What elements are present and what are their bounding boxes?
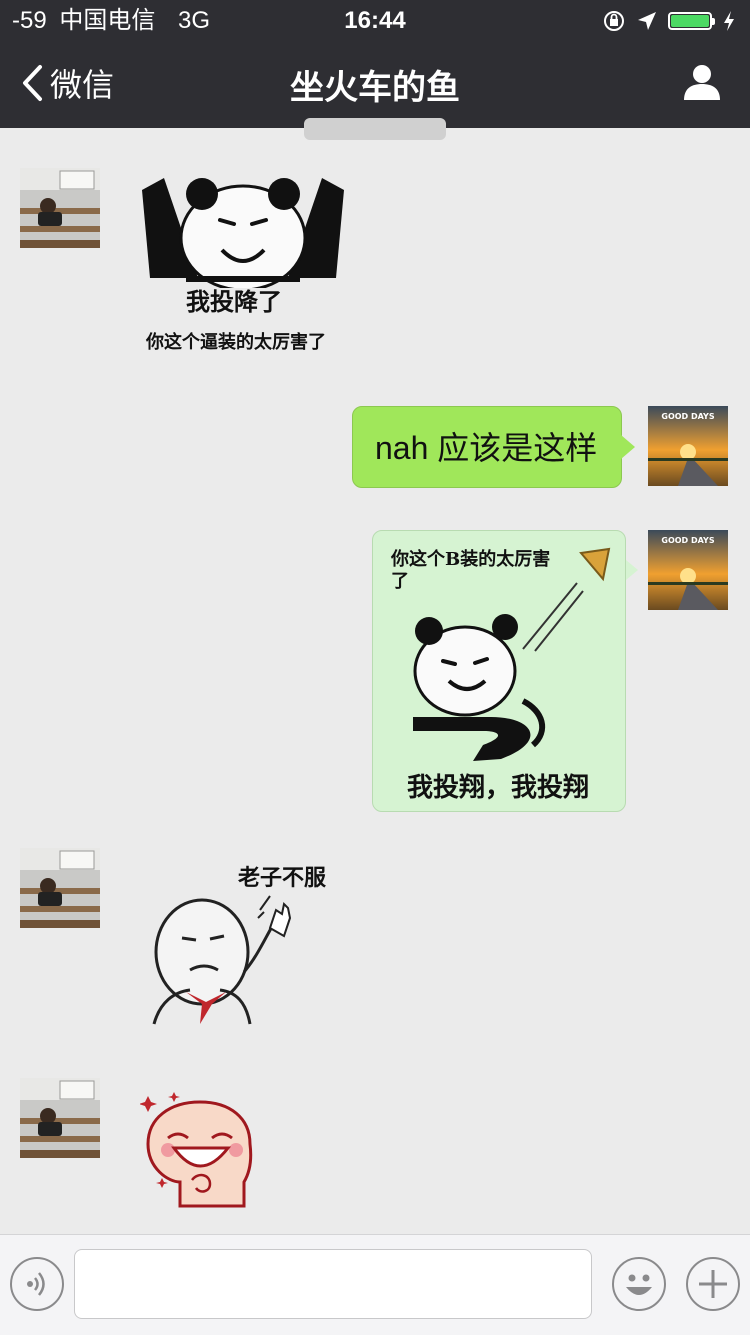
my-avatar[interactable]: GOOD DAYS (648, 406, 728, 486)
my-avatar[interactable]: GOOD DAYS (648, 530, 728, 610)
sticker-not-convinced[interactable]: 老子不服 (140, 852, 340, 1032)
contact-avatar[interactable] (20, 1078, 100, 1158)
avatar-badge-text: GOOD DAYS (661, 412, 714, 421)
person-icon (684, 65, 720, 100)
my-sticker-bubble-tail (626, 560, 638, 580)
input-bar (0, 1234, 750, 1335)
voice-icon (27, 1272, 45, 1296)
plus-icon (699, 1270, 727, 1298)
status-right (602, 6, 736, 36)
chat-info-button[interactable] (682, 62, 722, 102)
emoji-icon (626, 1274, 652, 1295)
rotation-lock-icon (604, 11, 624, 31)
message-input[interactable] (74, 1249, 592, 1319)
sticker-panda-surrender[interactable]: 我投降了 你这个逼装的太厉害了 (140, 168, 346, 358)
my-text-bubble[interactable]: nah 应该是这样 (352, 406, 635, 488)
voice-button[interactable] (10, 1257, 64, 1311)
my-sticker-bubble[interactable]: 你这个B装的太厉害了 我投翔，我投翔 (372, 530, 626, 812)
contact-avatar[interactable] (20, 168, 100, 248)
contact-avatar[interactable] (20, 848, 100, 928)
sticker-caption-bottom: 我投翔，我投翔 (407, 773, 590, 803)
avatar-badge-text: GOOD DAYS (661, 536, 714, 545)
timestamp-partial (304, 118, 446, 140)
location-icon (638, 12, 656, 30)
battery-icon (668, 12, 715, 30)
sticker-laughing-bun[interactable] (139, 1088, 260, 1208)
emoji-button[interactable] (612, 1257, 666, 1311)
more-actions-button[interactable] (686, 1257, 740, 1311)
top-bar: -59 中国电信 3G 16:44 微信 坐火车的鱼 (0, 0, 750, 128)
chat-title: 坐火车的鱼 (290, 69, 460, 107)
sticker-caption-sub: 你这个逼装的太厉害了 (146, 332, 326, 353)
charging-icon (724, 11, 734, 31)
nav-bar: 微信 坐火车的鱼 (0, 52, 750, 116)
sticker-caption-main: 我投降了 (186, 287, 282, 316)
battery-level (671, 15, 709, 27)
